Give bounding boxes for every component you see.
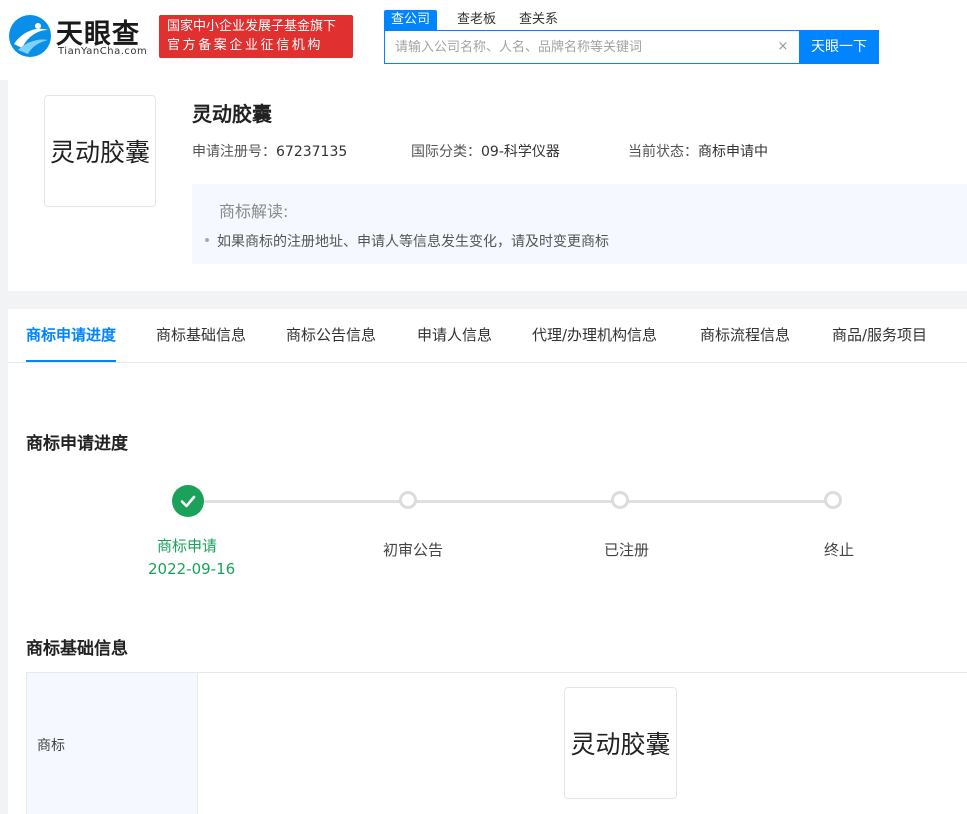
search-box: × — [384, 30, 799, 64]
site-logo[interactable]: 天眼查 TianYanCha.com — [8, 12, 153, 62]
tab-goods-services[interactable]: 商品/服务项目 — [832, 309, 927, 362]
step-done-node — [172, 485, 204, 517]
step-node-preliminary — [399, 491, 417, 509]
site-header: 天眼查 TianYanCha.com 国家中小企业发展子基金旗下 官方备案企业征… — [0, 0, 967, 80]
progress-track — [204, 500, 831, 503]
bullet-dot — [205, 238, 209, 242]
step-node-terminated — [824, 491, 842, 509]
interpretation-item: 如果商标的注册地址、申请人等信息发生变化，请及时变更商标 — [205, 231, 609, 251]
step-node-registered — [611, 491, 629, 509]
basic-info-table: 商标 灵动胶囊 — [26, 672, 967, 814]
status-label: 当前状态： — [628, 144, 698, 160]
interpretation-text: 如果商标的注册地址、申请人等信息发生变化，请及时变更商标 — [217, 234, 609, 250]
step-label-registered: 已注册 — [604, 541, 650, 559]
tab-announcement-info[interactable]: 商标公告信息 — [286, 309, 376, 362]
search-input[interactable] — [385, 31, 765, 63]
step-label-application: 商标申请 — [157, 537, 218, 555]
badge-line-2: 官方备案企业征信机构 — [167, 38, 324, 53]
main-content: 商标申请进度 商标申请 2022-09-16 初审公告 已注册 终止 商标基础信… — [8, 363, 967, 814]
official-badge: 国家中小企业发展子基金旗下 官方备案企业征信机构 — [159, 15, 353, 58]
trademark-row-label: 商标 — [27, 673, 198, 814]
tab-basic-info[interactable]: 商标基础信息 — [156, 309, 246, 362]
basic-info-section-title: 商标基础信息 — [26, 639, 128, 659]
trademark-interpretation: 商标解读: 如果商标的注册地址、申请人等信息发生变化，请及时变更商标 — [192, 184, 967, 264]
intl-class-value: 09-科学仪器 — [481, 144, 560, 160]
logo-domain: TianYanCha.com — [58, 46, 148, 57]
search-tab-company[interactable]: 查公司 — [384, 10, 438, 30]
tab-application-progress[interactable]: 商标申请进度 — [26, 309, 117, 362]
tab-process-info[interactable]: 商标流程信息 — [700, 309, 790, 362]
check-icon — [180, 495, 196, 508]
reg-number: 申请注册号：67237135 — [192, 141, 347, 161]
trademark-image: 灵动胶囊 — [44, 95, 156, 207]
step-label-terminated: 终止 — [824, 541, 855, 559]
interpretation-title: 商标解读: — [219, 202, 289, 221]
tab-applicant-info[interactable]: 申请人信息 — [417, 309, 492, 362]
step-date-application: 2022-09-16 — [148, 560, 236, 578]
search-button[interactable]: 天眼一下 — [799, 30, 879, 64]
search-tab-boss[interactable]: 查老板 — [457, 10, 496, 30]
clear-icon[interactable]: × — [775, 39, 791, 55]
step-label-preliminary: 初审公告 — [383, 541, 444, 559]
current-status: 当前状态：商标申请中 — [628, 141, 768, 161]
progress-section-title: 商标申请进度 — [26, 434, 128, 454]
status-value: 商标申请中 — [698, 144, 768, 160]
section-nav: 商标申请进度 商标基础信息 商标公告信息 申请人信息 代理/办理机构信息 商标流… — [8, 309, 967, 363]
tianyancha-logo-icon — [9, 15, 51, 57]
reg-number-value: 67237135 — [276, 144, 348, 160]
tab-agency-info[interactable]: 代理/办理机构信息 — [532, 309, 657, 362]
reg-number-label: 申请注册号： — [192, 144, 276, 160]
intl-class: 国际分类：09-科学仪器 — [411, 141, 560, 161]
trademark-row-image: 灵动胶囊 — [564, 687, 677, 799]
intl-class-label: 国际分类： — [411, 144, 481, 160]
search-tab-relation[interactable]: 查关系 — [519, 10, 558, 30]
trademark-summary-card: 灵动胶囊 灵动胶囊 申请注册号：67237135 国际分类：09-科学仪器 当前… — [8, 80, 967, 291]
badge-line-1: 国家中小企业发展子基金旗下 — [167, 19, 337, 34]
trademark-name: 灵动胶囊 — [192, 102, 272, 126]
